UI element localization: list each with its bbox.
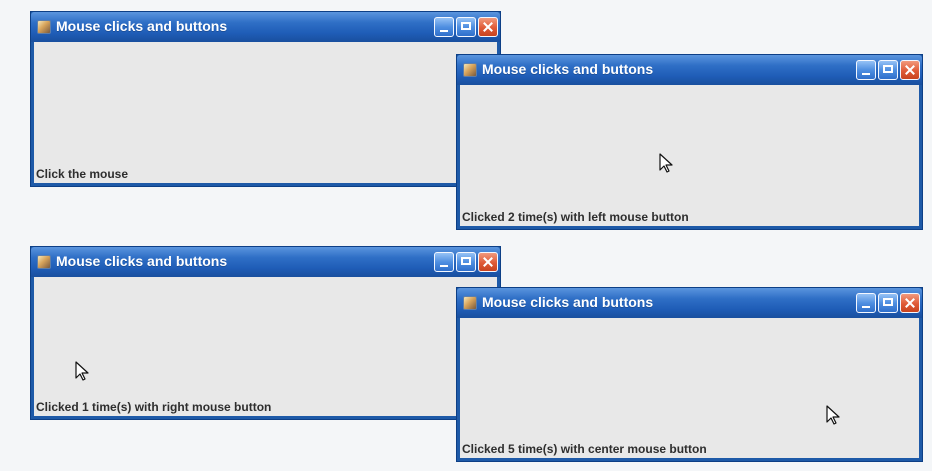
- window-controls: [434, 252, 498, 272]
- window-title-bar[interactable]: Mouse clicks and buttons: [31, 247, 500, 277]
- maximize-icon: [879, 294, 897, 312]
- java-app-icon: [463, 63, 477, 77]
- window-title-bar[interactable]: Mouse clicks and buttons: [457, 288, 922, 318]
- status-label: Clicked 5 time(s) with center mouse butt…: [462, 442, 707, 456]
- close-button[interactable]: [478, 17, 498, 37]
- mouse-clicks-window-3: Mouse clicks and buttons Clicked 1 time(…: [31, 247, 500, 419]
- status-label: Click the mouse: [36, 167, 129, 181]
- java-app-icon: [37, 20, 51, 34]
- close-button[interactable]: [900, 293, 920, 313]
- status-label: Clicked 1 time(s) with right mouse butto…: [36, 400, 272, 414]
- minimize-button[interactable]: [856, 293, 876, 313]
- mouse-clicks-window-1: Mouse clicks and buttons Click the mouse: [31, 12, 500, 186]
- close-icon: [479, 18, 497, 36]
- mouse-click-area[interactable]: Clicked 5 time(s) with center mouse butt…: [460, 318, 919, 458]
- close-icon: [901, 294, 919, 312]
- close-icon: [479, 253, 497, 271]
- mouse-pointer-icon: [659, 153, 673, 173]
- status-label: Clicked 2 time(s) with left mouse button: [462, 210, 689, 224]
- minimize-icon: [435, 18, 453, 36]
- window-title-bar[interactable]: Mouse clicks and buttons: [457, 55, 922, 85]
- maximize-icon: [457, 18, 475, 36]
- minimize-icon: [857, 61, 875, 79]
- window-title: Mouse clicks and buttons: [56, 18, 228, 34]
- minimize-button[interactable]: [856, 60, 876, 80]
- minimize-button[interactable]: [434, 252, 454, 272]
- mouse-clicks-window-2: Mouse clicks and buttons Clicked 2 time(…: [457, 55, 922, 229]
- close-icon: [901, 61, 919, 79]
- maximize-button[interactable]: [456, 17, 476, 37]
- minimize-icon: [435, 253, 453, 271]
- mouse-pointer-icon: [75, 361, 89, 381]
- window-title-bar[interactable]: Mouse clicks and buttons: [31, 12, 500, 42]
- maximize-icon: [457, 253, 475, 271]
- window-title: Mouse clicks and buttons: [482, 294, 654, 310]
- mouse-click-area[interactable]: Click the mouse: [34, 42, 497, 183]
- maximize-icon: [879, 61, 897, 79]
- java-app-icon: [37, 255, 51, 269]
- close-button[interactable]: [478, 252, 498, 272]
- maximize-button[interactable]: [878, 293, 898, 313]
- maximize-button[interactable]: [456, 252, 476, 272]
- java-app-icon: [463, 296, 477, 310]
- mouse-click-area[interactable]: Clicked 1 time(s) with right mouse butto…: [34, 277, 497, 416]
- maximize-button[interactable]: [878, 60, 898, 80]
- minimize-button[interactable]: [434, 17, 454, 37]
- window-controls: [856, 293, 920, 313]
- mouse-click-area[interactable]: Clicked 2 time(s) with left mouse button: [460, 85, 919, 226]
- window-controls: [434, 17, 498, 37]
- window-title: Mouse clicks and buttons: [482, 61, 654, 77]
- window-title: Mouse clicks and buttons: [56, 253, 228, 269]
- window-controls: [856, 60, 920, 80]
- close-button[interactable]: [900, 60, 920, 80]
- minimize-icon: [857, 294, 875, 312]
- mouse-pointer-icon: [826, 405, 840, 425]
- mouse-clicks-window-4: Mouse clicks and buttons Clicked 5 time(…: [457, 288, 922, 461]
